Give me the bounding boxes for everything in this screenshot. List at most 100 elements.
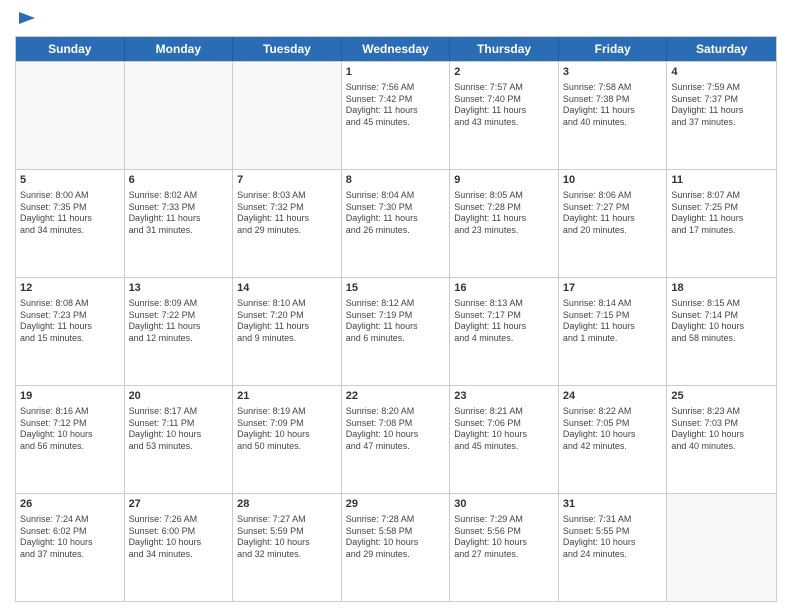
day-number: 19 — [20, 389, 120, 404]
day-number: 31 — [563, 497, 663, 512]
day-cell: 22 Sunrise: 8:20 AM Sunset: 7:08 PM Dayli… — [342, 386, 451, 493]
calendar: SundayMondayTuesdayWednesdayThursdayFrid… — [15, 36, 777, 602]
day-number: 8 — [346, 173, 446, 188]
day-cell: 12 Sunrise: 8:08 AM Sunset: 7:23 PM Dayli… — [16, 278, 125, 385]
day-number: 28 — [237, 497, 337, 512]
day-number: 29 — [346, 497, 446, 512]
day-cell: 7Sunrise: 8:03 AM Sunset: 7:32 PM Daylig… — [233, 170, 342, 277]
day-info: Sunrise: 7:59 AM Sunset: 7:37 PM Dayligh… — [671, 82, 772, 129]
week-row-4: 19 Sunrise: 8:16 AM Sunset: 7:12 PM Dayli… — [16, 385, 776, 493]
week-row-1: 1Sunrise: 7:56 AM Sunset: 7:42 PM Daylig… — [16, 61, 776, 169]
day-number: 1 — [346, 65, 446, 80]
day-cell: 5 Sunrise: 8:00 AM Sunset: 7:35 PM Daylig… — [16, 170, 125, 277]
day-number: 11 — [671, 173, 772, 188]
day-info: Sunrise: 8:00 AM Sunset: 7:35 PM Dayligh… — [20, 190, 120, 237]
week-row-3: 12 Sunrise: 8:08 AM Sunset: 7:23 PM Dayli… — [16, 277, 776, 385]
day-cell — [233, 62, 342, 169]
day-info: Sunrise: 8:02 AM Sunset: 7:33 PM Dayligh… — [129, 190, 229, 237]
day-cell: 9 Sunrise: 8:05 AM Sunset: 7:28 PM Daylig… — [450, 170, 559, 277]
day-info: Sunrise: 7:27 AM Sunset: 5:59 PM Dayligh… — [237, 514, 337, 561]
day-number: 13 — [129, 281, 229, 296]
day-cell: 27 Sunrise: 7:26 AM Sunset: 6:00 PM Dayli… — [125, 494, 234, 601]
day-info: Sunrise: 7:57 AM Sunset: 7:40 PM Dayligh… — [454, 82, 554, 129]
day-cell: 25Sunrise: 8:23 AM Sunset: 7:03 PM Dayli… — [667, 386, 776, 493]
day-number: 26 — [20, 497, 120, 512]
day-info: Sunrise: 8:17 AM Sunset: 7:11 PM Dayligh… — [129, 406, 229, 453]
day-info: Sunrise: 8:22 AM Sunset: 7:05 PM Dayligh… — [563, 406, 663, 453]
logo-flag-icon — [17, 10, 37, 30]
day-number: 14 — [237, 281, 337, 296]
day-cell: 16Sunrise: 8:13 AM Sunset: 7:17 PM Dayli… — [450, 278, 559, 385]
day-number: 3 — [563, 65, 663, 80]
day-header-friday: Friday — [559, 37, 668, 61]
day-cell — [125, 62, 234, 169]
day-cell: 1Sunrise: 7:56 AM Sunset: 7:42 PM Daylig… — [342, 62, 451, 169]
day-number: 24 — [563, 389, 663, 404]
day-cell: 29Sunrise: 7:28 AM Sunset: 5:58 PM Dayli… — [342, 494, 451, 601]
day-info: Sunrise: 8:07 AM Sunset: 7:25 PM Dayligh… — [671, 190, 772, 237]
day-info: Sunrise: 8:09 AM Sunset: 7:22 PM Dayligh… — [129, 298, 229, 345]
day-cell: 24 Sunrise: 8:22 AM Sunset: 7:05 PM Dayli… — [559, 386, 668, 493]
day-cell: 11 Sunrise: 8:07 AM Sunset: 7:25 PM Dayli… — [667, 170, 776, 277]
day-header-tuesday: Tuesday — [233, 37, 342, 61]
day-number: 30 — [454, 497, 554, 512]
day-header-saturday: Saturday — [667, 37, 776, 61]
header — [15, 10, 777, 28]
day-info: Sunrise: 8:23 AM Sunset: 7:03 PM Dayligh… — [671, 406, 772, 453]
day-number: 16 — [454, 281, 554, 296]
day-number: 6 — [129, 173, 229, 188]
day-number: 23 — [454, 389, 554, 404]
day-header-wednesday: Wednesday — [342, 37, 451, 61]
day-info: Sunrise: 8:05 AM Sunset: 7:28 PM Dayligh… — [454, 190, 554, 237]
day-info: Sunrise: 8:21 AM Sunset: 7:06 PM Dayligh… — [454, 406, 554, 453]
day-number: 17 — [563, 281, 663, 296]
day-number: 27 — [129, 497, 229, 512]
day-cell: 13 Sunrise: 8:09 AM Sunset: 7:22 PM Dayli… — [125, 278, 234, 385]
day-cell: 26Sunrise: 7:24 AM Sunset: 6:02 PM Dayli… — [16, 494, 125, 601]
day-cell: 2 Sunrise: 7:57 AM Sunset: 7:40 PM Daylig… — [450, 62, 559, 169]
day-number: 21 — [237, 389, 337, 404]
day-info: Sunrise: 7:29 AM Sunset: 5:56 PM Dayligh… — [454, 514, 554, 561]
day-header-monday: Monday — [125, 37, 234, 61]
day-info: Sunrise: 8:19 AM Sunset: 7:09 PM Dayligh… — [237, 406, 337, 453]
day-info: Sunrise: 8:08 AM Sunset: 7:23 PM Dayligh… — [20, 298, 120, 345]
day-info: Sunrise: 8:16 AM Sunset: 7:12 PM Dayligh… — [20, 406, 120, 453]
day-cell — [667, 494, 776, 601]
day-cell: 23 Sunrise: 8:21 AM Sunset: 7:06 PM Dayli… — [450, 386, 559, 493]
day-number: 20 — [129, 389, 229, 404]
day-cell: 15 Sunrise: 8:12 AM Sunset: 7:19 PM Dayli… — [342, 278, 451, 385]
day-cell: 10 Sunrise: 8:06 AM Sunset: 7:27 PM Dayli… — [559, 170, 668, 277]
day-info: Sunrise: 8:06 AM Sunset: 7:27 PM Dayligh… — [563, 190, 663, 237]
day-number: 15 — [346, 281, 446, 296]
day-info: Sunrise: 7:31 AM Sunset: 5:55 PM Dayligh… — [563, 514, 663, 561]
day-info: Sunrise: 8:14 AM Sunset: 7:15 PM Dayligh… — [563, 298, 663, 345]
day-info: Sunrise: 7:58 AM Sunset: 7:38 PM Dayligh… — [563, 82, 663, 129]
week-row-5: 26Sunrise: 7:24 AM Sunset: 6:02 PM Dayli… — [16, 493, 776, 601]
day-info: Sunrise: 8:20 AM Sunset: 7:08 PM Dayligh… — [346, 406, 446, 453]
day-number: 10 — [563, 173, 663, 188]
day-info: Sunrise: 8:10 AM Sunset: 7:20 PM Dayligh… — [237, 298, 337, 345]
day-cell: 18 Sunrise: 8:15 AM Sunset: 7:14 PM Dayli… — [667, 278, 776, 385]
day-number: 7 — [237, 173, 337, 188]
day-number: 5 — [20, 173, 120, 188]
day-cell: 8 Sunrise: 8:04 AM Sunset: 7:30 PM Daylig… — [342, 170, 451, 277]
day-info: Sunrise: 8:04 AM Sunset: 7:30 PM Dayligh… — [346, 190, 446, 237]
day-info: Sunrise: 7:26 AM Sunset: 6:00 PM Dayligh… — [129, 514, 229, 561]
day-number: 9 — [454, 173, 554, 188]
day-number: 22 — [346, 389, 446, 404]
calendar-body: 1Sunrise: 7:56 AM Sunset: 7:42 PM Daylig… — [16, 61, 776, 601]
day-cell: 31 Sunrise: 7:31 AM Sunset: 5:55 PM Dayli… — [559, 494, 668, 601]
day-cell: 19 Sunrise: 8:16 AM Sunset: 7:12 PM Dayli… — [16, 386, 125, 493]
day-cell — [16, 62, 125, 169]
day-number: 18 — [671, 281, 772, 296]
day-cell: 20 Sunrise: 8:17 AM Sunset: 7:11 PM Dayli… — [125, 386, 234, 493]
day-number: 12 — [20, 281, 120, 296]
day-cell: 28 Sunrise: 7:27 AM Sunset: 5:59 PM Dayli… — [233, 494, 342, 601]
day-info: Sunrise: 8:12 AM Sunset: 7:19 PM Dayligh… — [346, 298, 446, 345]
day-number: 2 — [454, 65, 554, 80]
day-cell: 17 Sunrise: 8:14 AM Sunset: 7:15 PM Dayli… — [559, 278, 668, 385]
day-cell: 6 Sunrise: 8:02 AM Sunset: 7:33 PM Daylig… — [125, 170, 234, 277]
day-cell: 3 Sunrise: 7:58 AM Sunset: 7:38 PM Daylig… — [559, 62, 668, 169]
day-info: Sunrise: 8:15 AM Sunset: 7:14 PM Dayligh… — [671, 298, 772, 345]
day-cell: 14 Sunrise: 8:10 AM Sunset: 7:20 PM Dayli… — [233, 278, 342, 385]
